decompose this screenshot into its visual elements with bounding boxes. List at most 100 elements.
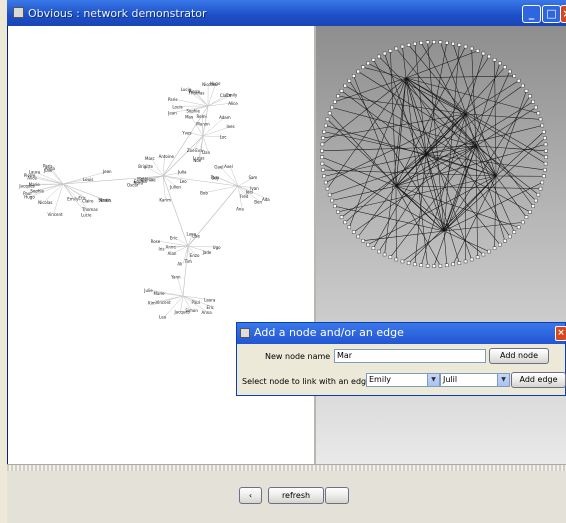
graph-node-label[interactable]: Gael: [214, 164, 223, 169]
graph-node-label[interactable]: Sophie: [186, 108, 200, 113]
graph-node[interactable]: [540, 180, 545, 185]
graph-node[interactable]: [400, 44, 405, 49]
graph-node-label[interactable]: Alice: [27, 176, 37, 181]
graph-node[interactable]: [531, 100, 535, 104]
graph-node[interactable]: [347, 225, 352, 230]
graph-node[interactable]: [512, 74, 517, 78]
graph-node[interactable]: [406, 261, 411, 265]
graph-node[interactable]: [540, 123, 545, 128]
graph-node-label[interactable]: Adam: [219, 115, 231, 120]
graph-node[interactable]: [351, 230, 356, 234]
graph-node[interactable]: [534, 105, 538, 110]
graph-node-label[interactable]: Ben: [254, 200, 262, 205]
graph-node-label[interactable]: Marc: [145, 156, 155, 161]
graph-node[interactable]: [320, 149, 324, 153]
graph-node[interactable]: [512, 230, 517, 234]
graph-node[interactable]: [400, 259, 405, 264]
graph-node[interactable]: [498, 61, 502, 66]
graph-node[interactable]: [336, 210, 340, 214]
graph-node-label[interactable]: Joel: [245, 189, 253, 194]
graph-node[interactable]: [481, 51, 486, 56]
graph-node-label[interactable]: Eric: [206, 305, 213, 310]
previous-button[interactable]: ‹: [239, 487, 262, 504]
graph-node[interactable]: [321, 168, 325, 172]
minimize-button[interactable]: _: [522, 5, 541, 23]
graph-node[interactable]: [481, 252, 486, 257]
graph-node[interactable]: [371, 246, 376, 250]
graph-node[interactable]: [425, 40, 430, 44]
dialog-close-icon[interactable]: ×: [555, 326, 566, 341]
graph-node-label[interactable]: Jean: [167, 110, 177, 115]
graph-node[interactable]: [463, 259, 468, 264]
graph-node[interactable]: [325, 117, 330, 122]
graph-node[interactable]: [524, 215, 529, 219]
graph-node-label[interactable]: Jean: [102, 169, 112, 174]
graph-node-label[interactable]: Emma: [134, 179, 147, 184]
graph-node-label[interactable]: Fred: [240, 194, 249, 199]
graph-node[interactable]: [542, 174, 546, 178]
graph-node[interactable]: [544, 149, 548, 153]
graph-node[interactable]: [323, 180, 328, 185]
graph-node-label[interactable]: Yves: [181, 130, 191, 135]
graph-node-label[interactable]: Enzo: [190, 253, 200, 258]
graph-node[interactable]: [538, 117, 543, 122]
graph-node[interactable]: [330, 105, 334, 110]
graph-node[interactable]: [388, 49, 393, 53]
graph-node[interactable]: [544, 155, 548, 159]
graph-node[interactable]: [325, 186, 330, 191]
graph-node[interactable]: [475, 255, 480, 259]
graph-node-label[interactable]: Remi: [197, 114, 207, 119]
title-bar[interactable]: Obvious : network demonstrator _ □ ×: [7, 0, 566, 26]
graph-node[interactable]: [538, 186, 543, 191]
graph-node[interactable]: [524, 89, 529, 93]
graph-node-label[interactable]: Brigitte: [138, 164, 153, 169]
graph-node-label[interactable]: Manon: [196, 121, 210, 126]
graph-node[interactable]: [356, 234, 360, 239]
network-graph-clustered[interactable]: JacquesEricPaulSimonLauraVincentJulieMar…: [8, 26, 314, 464]
graph-node[interactable]: [339, 215, 344, 219]
graph-node[interactable]: [463, 44, 468, 49]
graph-node-label[interactable]: Nadia: [99, 198, 111, 203]
graph-node[interactable]: [394, 257, 399, 262]
graph-node-label[interactable]: Luc: [220, 135, 227, 140]
graph-node-label[interactable]: Noe: [193, 158, 201, 163]
graph-node[interactable]: [516, 225, 521, 230]
graph-node[interactable]: [366, 242, 370, 247]
graph-node-label[interactable]: Julien: [169, 184, 181, 189]
graph-node[interactable]: [320, 155, 324, 159]
graph-node[interactable]: [356, 69, 360, 74]
graph-node[interactable]: [322, 130, 326, 134]
graph-node-label[interactable]: Vincent: [156, 300, 171, 305]
graph-node[interactable]: [327, 192, 332, 197]
link-from-select[interactable]: Emily ▼: [366, 373, 440, 387]
graph-node[interactable]: [508, 234, 512, 239]
graph-node[interactable]: [475, 49, 480, 53]
graph-node-label[interactable]: Iris: [158, 246, 164, 251]
graph-node[interactable]: [321, 136, 325, 140]
graph-node[interactable]: [520, 83, 525, 88]
add-edge-button[interactable]: Add edge: [511, 372, 566, 388]
graph-node[interactable]: [542, 130, 546, 134]
graph-node[interactable]: [432, 264, 436, 268]
graph-node[interactable]: [520, 220, 525, 225]
graph-node[interactable]: [377, 249, 381, 254]
graph-node[interactable]: [330, 198, 334, 203]
graph-node[interactable]: [361, 239, 365, 243]
graph-node[interactable]: [339, 89, 344, 93]
graph-node[interactable]: [457, 43, 462, 47]
graph-node[interactable]: [451, 262, 455, 267]
graph-node[interactable]: [377, 54, 381, 59]
graph-node-label[interactable]: Zoe: [187, 148, 195, 153]
graph-node-label[interactable]: Rose: [151, 239, 161, 244]
graph-node[interactable]: [503, 239, 507, 243]
graph-node[interactable]: [382, 252, 387, 257]
graph-node-label[interactable]: Paris: [43, 164, 53, 169]
graph-node[interactable]: [320, 142, 325, 147]
graph-node[interactable]: [528, 94, 532, 98]
graph-node[interactable]: [371, 58, 376, 62]
graph-node[interactable]: [343, 83, 348, 88]
graph-node[interactable]: [333, 204, 337, 208]
graph-node[interactable]: [419, 41, 423, 45]
graph-node[interactable]: [406, 43, 411, 47]
maximize-button[interactable]: □: [542, 5, 561, 23]
